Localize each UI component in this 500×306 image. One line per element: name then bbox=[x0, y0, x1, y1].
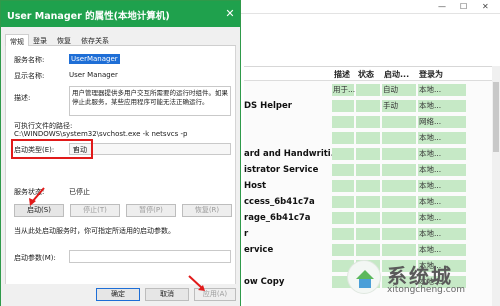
watermark-house-icon bbox=[347, 260, 381, 294]
arrow-to-apply-button bbox=[188, 275, 205, 291]
watermark-logo: 系统城 xitongcheng.com bbox=[347, 256, 497, 302]
watermark-url: xitongcheng.com bbox=[387, 285, 465, 295]
arrow-to-start-button bbox=[29, 187, 45, 206]
